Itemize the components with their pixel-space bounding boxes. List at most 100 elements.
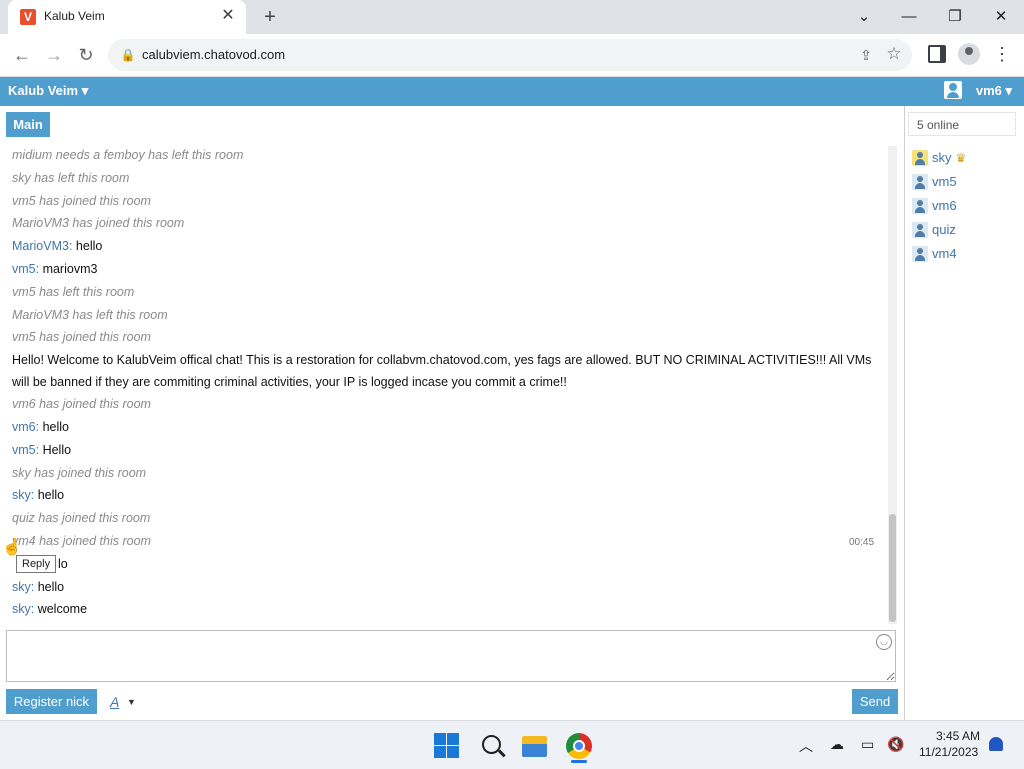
- lock-icon[interactable]: 🔒: [120, 47, 136, 63]
- profile-avatar-icon[interactable]: [958, 43, 980, 65]
- tab-main[interactable]: Main: [6, 112, 50, 137]
- chevron-down-icon[interactable]: ▼: [127, 697, 136, 707]
- volume-muted-icon[interactable]: 🔇: [887, 736, 904, 753]
- crown-icon: ♛: [955, 151, 967, 165]
- user-icon: [912, 198, 928, 214]
- user-name[interactable]: vm4: [932, 246, 957, 261]
- back-arrow-icon[interactable]: ←: [10, 43, 34, 67]
- message-text: hello: [72, 239, 103, 254]
- user-list: sky ♛ vm5 vm6 quiz vm4: [912, 146, 966, 266]
- user-name[interactable]: vm5: [932, 174, 957, 189]
- restore-button[interactable]: ❐: [942, 4, 968, 30]
- minimize-button[interactable]: —: [896, 4, 922, 30]
- chrome-icon[interactable]: [566, 733, 592, 759]
- chat-message: sky: hello: [12, 484, 882, 507]
- message-nick[interactable]: sky:: [12, 488, 34, 502]
- user-list-item[interactable]: sky ♛: [912, 146, 966, 170]
- font-style-button[interactable]: A: [110, 694, 119, 710]
- message-text: hello: [34, 488, 65, 503]
- reload-icon[interactable]: ↻: [74, 43, 98, 67]
- clock-time[interactable]: 3:45 AM: [936, 729, 980, 743]
- cloud-offline-icon[interactable]: ☁: [830, 736, 844, 753]
- emoji-icon[interactable]: ◡: [876, 634, 892, 650]
- file-explorer-icon[interactable]: [522, 733, 548, 759]
- message-nick[interactable]: vm5:: [12, 443, 39, 457]
- message-input[interactable]: [6, 630, 896, 682]
- message-nick[interactable]: MarioVM3:: [12, 239, 72, 253]
- user-list-item[interactable]: quiz: [912, 218, 966, 242]
- search-icon[interactable]: [480, 733, 506, 759]
- announcement-message: Hello! Welcome to KalubVeim offical chat…: [12, 353, 872, 390]
- share-icon[interactable]: ⇪: [856, 45, 876, 65]
- system-message: sky has joined this room: [12, 465, 147, 480]
- notification-bell-icon[interactable]: [989, 737, 1003, 751]
- network-icon[interactable]: ▭: [861, 736, 874, 753]
- online-count: 5 online: [908, 112, 1016, 136]
- chat-message: lo: [12, 553, 882, 576]
- hand-cursor-icon: ☝: [2, 539, 22, 556]
- message-nick[interactable]: vm5:: [12, 262, 39, 276]
- tab-search-dropdown-icon[interactable]: ⌄: [851, 4, 877, 30]
- message-list: midium needs a femboy has left this room…: [12, 144, 882, 621]
- url-text[interactable]: calubviem.chatovod.com: [142, 47, 285, 62]
- tab-title: Kalub Veim: [44, 9, 105, 23]
- send-button[interactable]: Send: [852, 689, 898, 714]
- user-list-item[interactable]: vm4: [912, 242, 966, 266]
- chat-message: vm5: mariovm3: [12, 258, 882, 281]
- windows-start-icon[interactable]: [434, 733, 460, 759]
- side-panel-icon[interactable]: [928, 45, 946, 63]
- message-nick[interactable]: sky:: [12, 602, 34, 616]
- user-icon: [912, 222, 928, 238]
- forward-arrow-icon[interactable]: →: [42, 43, 66, 67]
- browser-tab-bar: V Kalub Veim ✕ + ⌄ — ❐ ✕: [0, 0, 1024, 34]
- active-app-indicator: [571, 760, 587, 763]
- user-name[interactable]: quiz: [932, 222, 956, 237]
- system-message: sky has left this room: [12, 170, 130, 185]
- message-text: hello: [39, 419, 69, 434]
- system-message: quiz has joined this room: [12, 511, 151, 526]
- system-message: vm5 has joined this room: [12, 193, 151, 208]
- user-icon: [912, 246, 928, 262]
- user-avatar-icon[interactable]: [944, 81, 962, 99]
- system-message: vm4 has joined this room: [12, 533, 151, 548]
- bookmark-star-icon[interactable]: ☆: [884, 44, 904, 64]
- system-message: vm6 has joined this room: [12, 397, 151, 412]
- user-name[interactable]: sky: [932, 150, 952, 165]
- system-message: midium needs a femboy has left this room: [12, 148, 244, 162]
- register-nick-button[interactable]: Register nick: [6, 689, 97, 714]
- current-user-menu[interactable]: vm6 ▾: [976, 83, 1012, 99]
- chat-scroll-thumb[interactable]: [889, 514, 896, 622]
- chat-message: vm5: Hello: [12, 439, 882, 462]
- chevron-up-icon[interactable]: ︿: [799, 736, 813, 756]
- chat-message: sky: hello: [12, 576, 882, 599]
- message-nick[interactable]: sky:: [12, 580, 34, 594]
- system-message: vm5 has joined this room: [12, 330, 151, 345]
- message-text: welcome: [34, 602, 88, 617]
- address-bar[interactable]: 🔒 calubviem.chatovod.com ⇪ ☆: [108, 39, 912, 71]
- system-message: MarioVM3 has left this room: [12, 307, 168, 322]
- browser-toolbar: ← → ↻ 🔒 calubviem.chatovod.com ⇪ ☆ ⋮: [0, 34, 1024, 77]
- new-tab-button[interactable]: +: [258, 5, 282, 29]
- close-window-button[interactable]: ✕: [988, 4, 1014, 30]
- room-owner-menu[interactable]: Kalub Veim ▾: [8, 83, 88, 99]
- user-name[interactable]: vm6: [932, 198, 957, 213]
- chat-message: MarioVM3: hello: [12, 235, 882, 258]
- system-message: MarioVM3 has joined this room: [12, 216, 185, 231]
- message-nick[interactable]: vm6:: [12, 420, 39, 434]
- user-icon: [912, 150, 928, 166]
- user-list-item[interactable]: vm5: [912, 170, 966, 194]
- browser-menu-icon[interactable]: ⋮: [992, 43, 1012, 65]
- message-text: mariovm3: [39, 261, 98, 276]
- user-list-item[interactable]: vm6: [912, 194, 966, 218]
- user-icon: [912, 174, 928, 190]
- tab-close-icon[interactable]: ✕: [218, 6, 238, 26]
- chat-header-bar: Kalub Veim ▾ vm6 ▾: [0, 77, 1024, 106]
- message-text: Hello: [39, 442, 72, 457]
- message-text: hello: [34, 579, 65, 594]
- browser-tab[interactable]: V Kalub Veim ✕: [8, 0, 246, 34]
- clock-date[interactable]: 11/21/2023: [919, 745, 978, 759]
- chat-message: vm6: hello: [12, 416, 882, 439]
- system-message: vm5 has left this room: [12, 284, 135, 299]
- reply-tooltip[interactable]: Reply: [16, 555, 57, 573]
- site-favicon-icon: V: [20, 9, 36, 25]
